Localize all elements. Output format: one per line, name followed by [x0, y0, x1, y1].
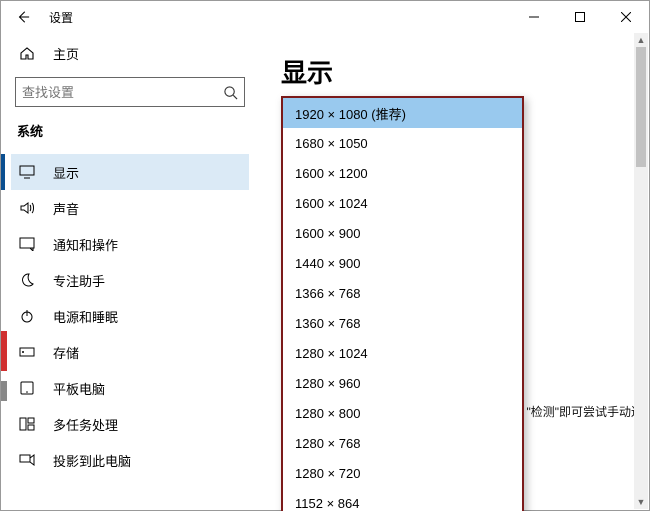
- nav-item-label: 专注助手: [53, 271, 105, 290]
- search-box[interactable]: [15, 77, 245, 107]
- body: 主页 系统 显示 声音 通知和操作: [1, 33, 649, 511]
- nav-item-label: 显示: [53, 163, 79, 182]
- nav-item-notifications[interactable]: 通知和操作: [11, 226, 249, 262]
- maximize-button[interactable]: [557, 1, 603, 33]
- project-icon: [17, 453, 37, 467]
- titlebar: 设置: [1, 1, 649, 33]
- main-panel: 显示 1920 × 1080 (推荐) 1680 × 1050 1600 × 1…: [259, 33, 649, 511]
- speaker-icon: [17, 201, 37, 215]
- tablet-icon: [17, 381, 37, 395]
- minimize-icon: [529, 12, 539, 22]
- nav-item-label: 投影到此电脑: [53, 451, 131, 470]
- resolution-option[interactable]: 1440 × 900: [283, 248, 522, 278]
- resolution-option[interactable]: 1280 × 768: [283, 428, 522, 458]
- nav-item-focus[interactable]: 专注助手: [11, 262, 249, 298]
- notification-icon: [17, 237, 37, 251]
- resolution-option[interactable]: 1280 × 800: [283, 398, 522, 428]
- resolution-option[interactable]: 1280 × 960: [283, 368, 522, 398]
- resolution-dropdown[interactable]: 1920 × 1080 (推荐) 1680 × 1050 1600 × 1200…: [281, 96, 524, 511]
- resolution-option[interactable]: 1366 × 768: [283, 278, 522, 308]
- search-icon: [223, 85, 238, 100]
- resolution-option[interactable]: 1680 × 1050: [283, 128, 522, 158]
- home-label: 主页: [53, 44, 79, 63]
- nav-item-label: 平板电脑: [53, 379, 105, 398]
- search-input[interactable]: [22, 85, 223, 100]
- nav-item-label: 声音: [53, 199, 79, 218]
- home-link[interactable]: 主页: [11, 37, 249, 69]
- monitor-icon: [17, 165, 37, 179]
- close-icon: [621, 12, 631, 22]
- nav-item-project[interactable]: 投影到此电脑: [11, 442, 249, 478]
- nav-item-power[interactable]: 电源和睡眠: [11, 298, 249, 334]
- minimize-button[interactable]: [511, 1, 557, 33]
- resolution-option[interactable]: 1280 × 1024: [283, 338, 522, 368]
- resolution-option[interactable]: 1600 × 1024: [283, 188, 522, 218]
- vertical-scrollbar[interactable]: ▲ ▼: [634, 33, 648, 509]
- resolution-option[interactable]: 1600 × 1200: [283, 158, 522, 188]
- resolution-option[interactable]: 1920 × 1080 (推荐): [283, 98, 522, 128]
- resolution-option[interactable]: 1280 × 720: [283, 458, 522, 488]
- nav-item-label: 存储: [53, 343, 79, 362]
- close-button[interactable]: [603, 1, 649, 33]
- sidebar: 主页 系统 显示 声音 通知和操作: [1, 33, 259, 511]
- resolution-option[interactable]: 1360 × 768: [283, 308, 522, 338]
- background-text: "检测"即可尝试手动连: [526, 403, 643, 420]
- nav-list: 显示 声音 通知和操作 专注助手 电源和睡眠: [11, 154, 249, 478]
- nav-item-label: 电源和睡眠: [53, 307, 118, 326]
- page-heading: 显示: [281, 53, 649, 90]
- resolution-option[interactable]: 1152 × 864: [283, 488, 522, 511]
- nav-item-display[interactable]: 显示: [11, 154, 249, 190]
- scrollbar-thumb[interactable]: [636, 47, 646, 167]
- nav-item-multitask[interactable]: 多任务处理: [11, 406, 249, 442]
- nav-item-label: 通知和操作: [53, 235, 118, 254]
- moon-icon: [17, 272, 37, 288]
- nav-item-tablet[interactable]: 平板电脑: [11, 370, 249, 406]
- power-icon: [17, 308, 37, 324]
- nav-item-sound[interactable]: 声音: [11, 190, 249, 226]
- arrow-left-icon: [16, 10, 30, 24]
- window-title: 设置: [49, 9, 73, 26]
- home-icon: [17, 45, 37, 61]
- scroll-up-button[interactable]: ▲: [634, 33, 648, 47]
- section-label: 系统: [17, 121, 249, 140]
- nav-item-storage[interactable]: 存储: [11, 334, 249, 370]
- nav-item-label: 多任务处理: [53, 415, 118, 434]
- multitask-icon: [17, 417, 37, 431]
- scroll-down-button[interactable]: ▼: [634, 495, 648, 509]
- settings-window: 设置 主页 系统: [0, 0, 650, 511]
- resolution-option[interactable]: 1600 × 900: [283, 218, 522, 248]
- storage-icon: [17, 345, 37, 359]
- maximize-icon: [575, 12, 585, 22]
- back-button[interactable]: [1, 1, 45, 33]
